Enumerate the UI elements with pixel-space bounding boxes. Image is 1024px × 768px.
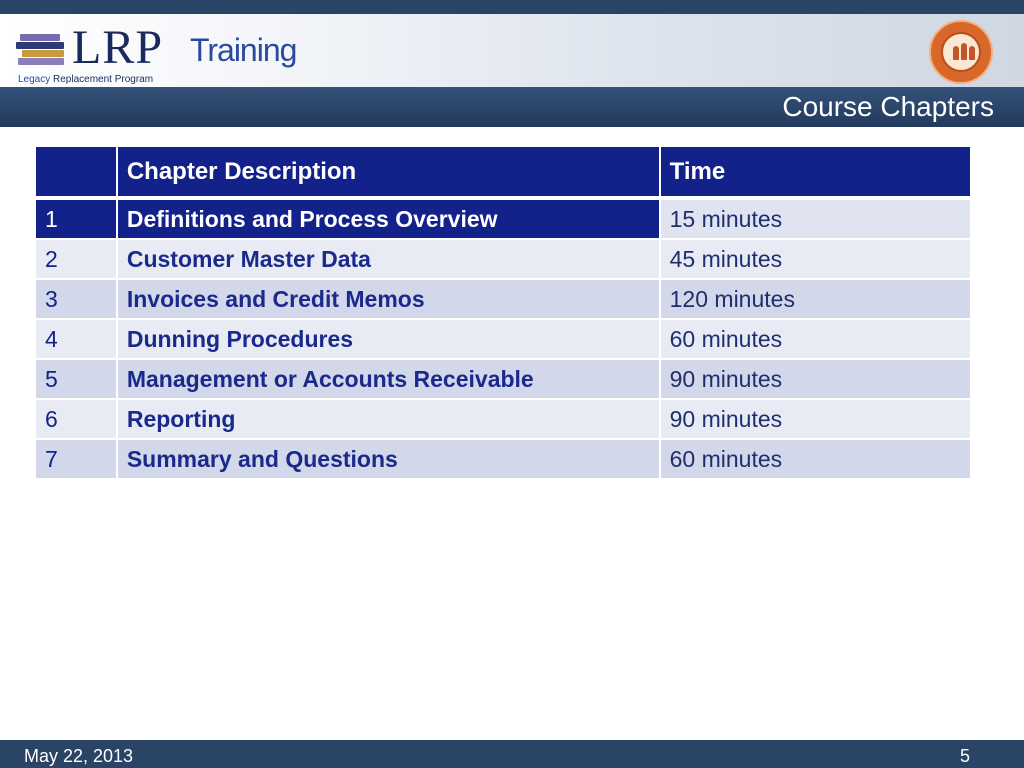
chapter-number: 4 <box>34 318 118 360</box>
chapter-description: Summary and Questions <box>115 438 661 480</box>
chapter-description: Customer Master Data <box>115 238 661 280</box>
chapter-number: 7 <box>34 438 118 480</box>
header: LRP Training Legacy Replacement Program <box>0 14 1024 87</box>
chapter-time: 90 minutes <box>658 358 973 400</box>
table-row: 2 Customer Master Data 45 minutes <box>34 238 973 280</box>
table-row: 7 Summary and Questions 60 minutes <box>34 438 973 480</box>
chapter-time: 15 minutes <box>658 196 973 240</box>
board-of-education-seal-icon <box>929 20 993 84</box>
chapter-description: Definitions and Process Overview <box>115 196 661 240</box>
table-row: 1 Definitions and Process Overview 15 mi… <box>34 196 973 240</box>
chapter-time: 60 minutes <box>658 318 973 360</box>
column-header-number <box>34 145 118 199</box>
chapter-number: 3 <box>34 278 118 320</box>
footer: May 22, 2013 5 <box>0 740 1024 768</box>
table-row: 3 Invoices and Credit Memos 120 minutes <box>34 278 973 320</box>
tagline-accent: Legacy <box>18 74 51 85</box>
chapter-time: 60 minutes <box>658 438 973 480</box>
section-title: Course Chapters <box>782 91 994 122</box>
books-icon <box>16 34 68 66</box>
product-name: Training <box>190 32 297 68</box>
column-header-time: Time <box>658 145 973 199</box>
chapter-number: 6 <box>34 398 118 440</box>
chapter-number: 5 <box>34 358 118 400</box>
chapters-table: Chapter Description Time 1 Definitions a… <box>34 145 973 480</box>
table-row: 4 Dunning Procedures 60 minutes <box>34 318 973 360</box>
column-header-description: Chapter Description <box>115 145 661 199</box>
tagline-rest: Replacement Program <box>50 74 154 85</box>
chapter-description: Reporting <box>115 398 661 440</box>
chapter-time: 120 minutes <box>658 278 973 320</box>
chapter-time: 90 minutes <box>658 398 973 440</box>
chapter-number: 1 <box>34 196 118 240</box>
page-number: 5 <box>959 746 970 766</box>
title-bar: Course Chapters <box>0 87 1024 127</box>
table-header-row: Chapter Description Time <box>34 145 973 199</box>
chapter-description: Dunning Procedures <box>115 318 661 360</box>
table-row: 6 Reporting 90 minutes <box>34 398 973 440</box>
logo-text: LRP <box>72 21 164 74</box>
chapter-number: 2 <box>34 238 118 280</box>
table-row: 5 Management or Accounts Receivable 90 m… <box>34 358 973 400</box>
tagline: Legacy Replacement Program <box>18 74 153 86</box>
chapter-description: Management or Accounts Receivable <box>115 358 661 400</box>
chapter-description: Invoices and Credit Memos <box>115 278 661 320</box>
footer-date: May 22, 2013 <box>24 746 134 766</box>
top-strip <box>0 0 1024 14</box>
chapter-time: 45 minutes <box>658 238 973 280</box>
lrp-logo: LRP Training Legacy Replacement Program <box>16 22 316 86</box>
